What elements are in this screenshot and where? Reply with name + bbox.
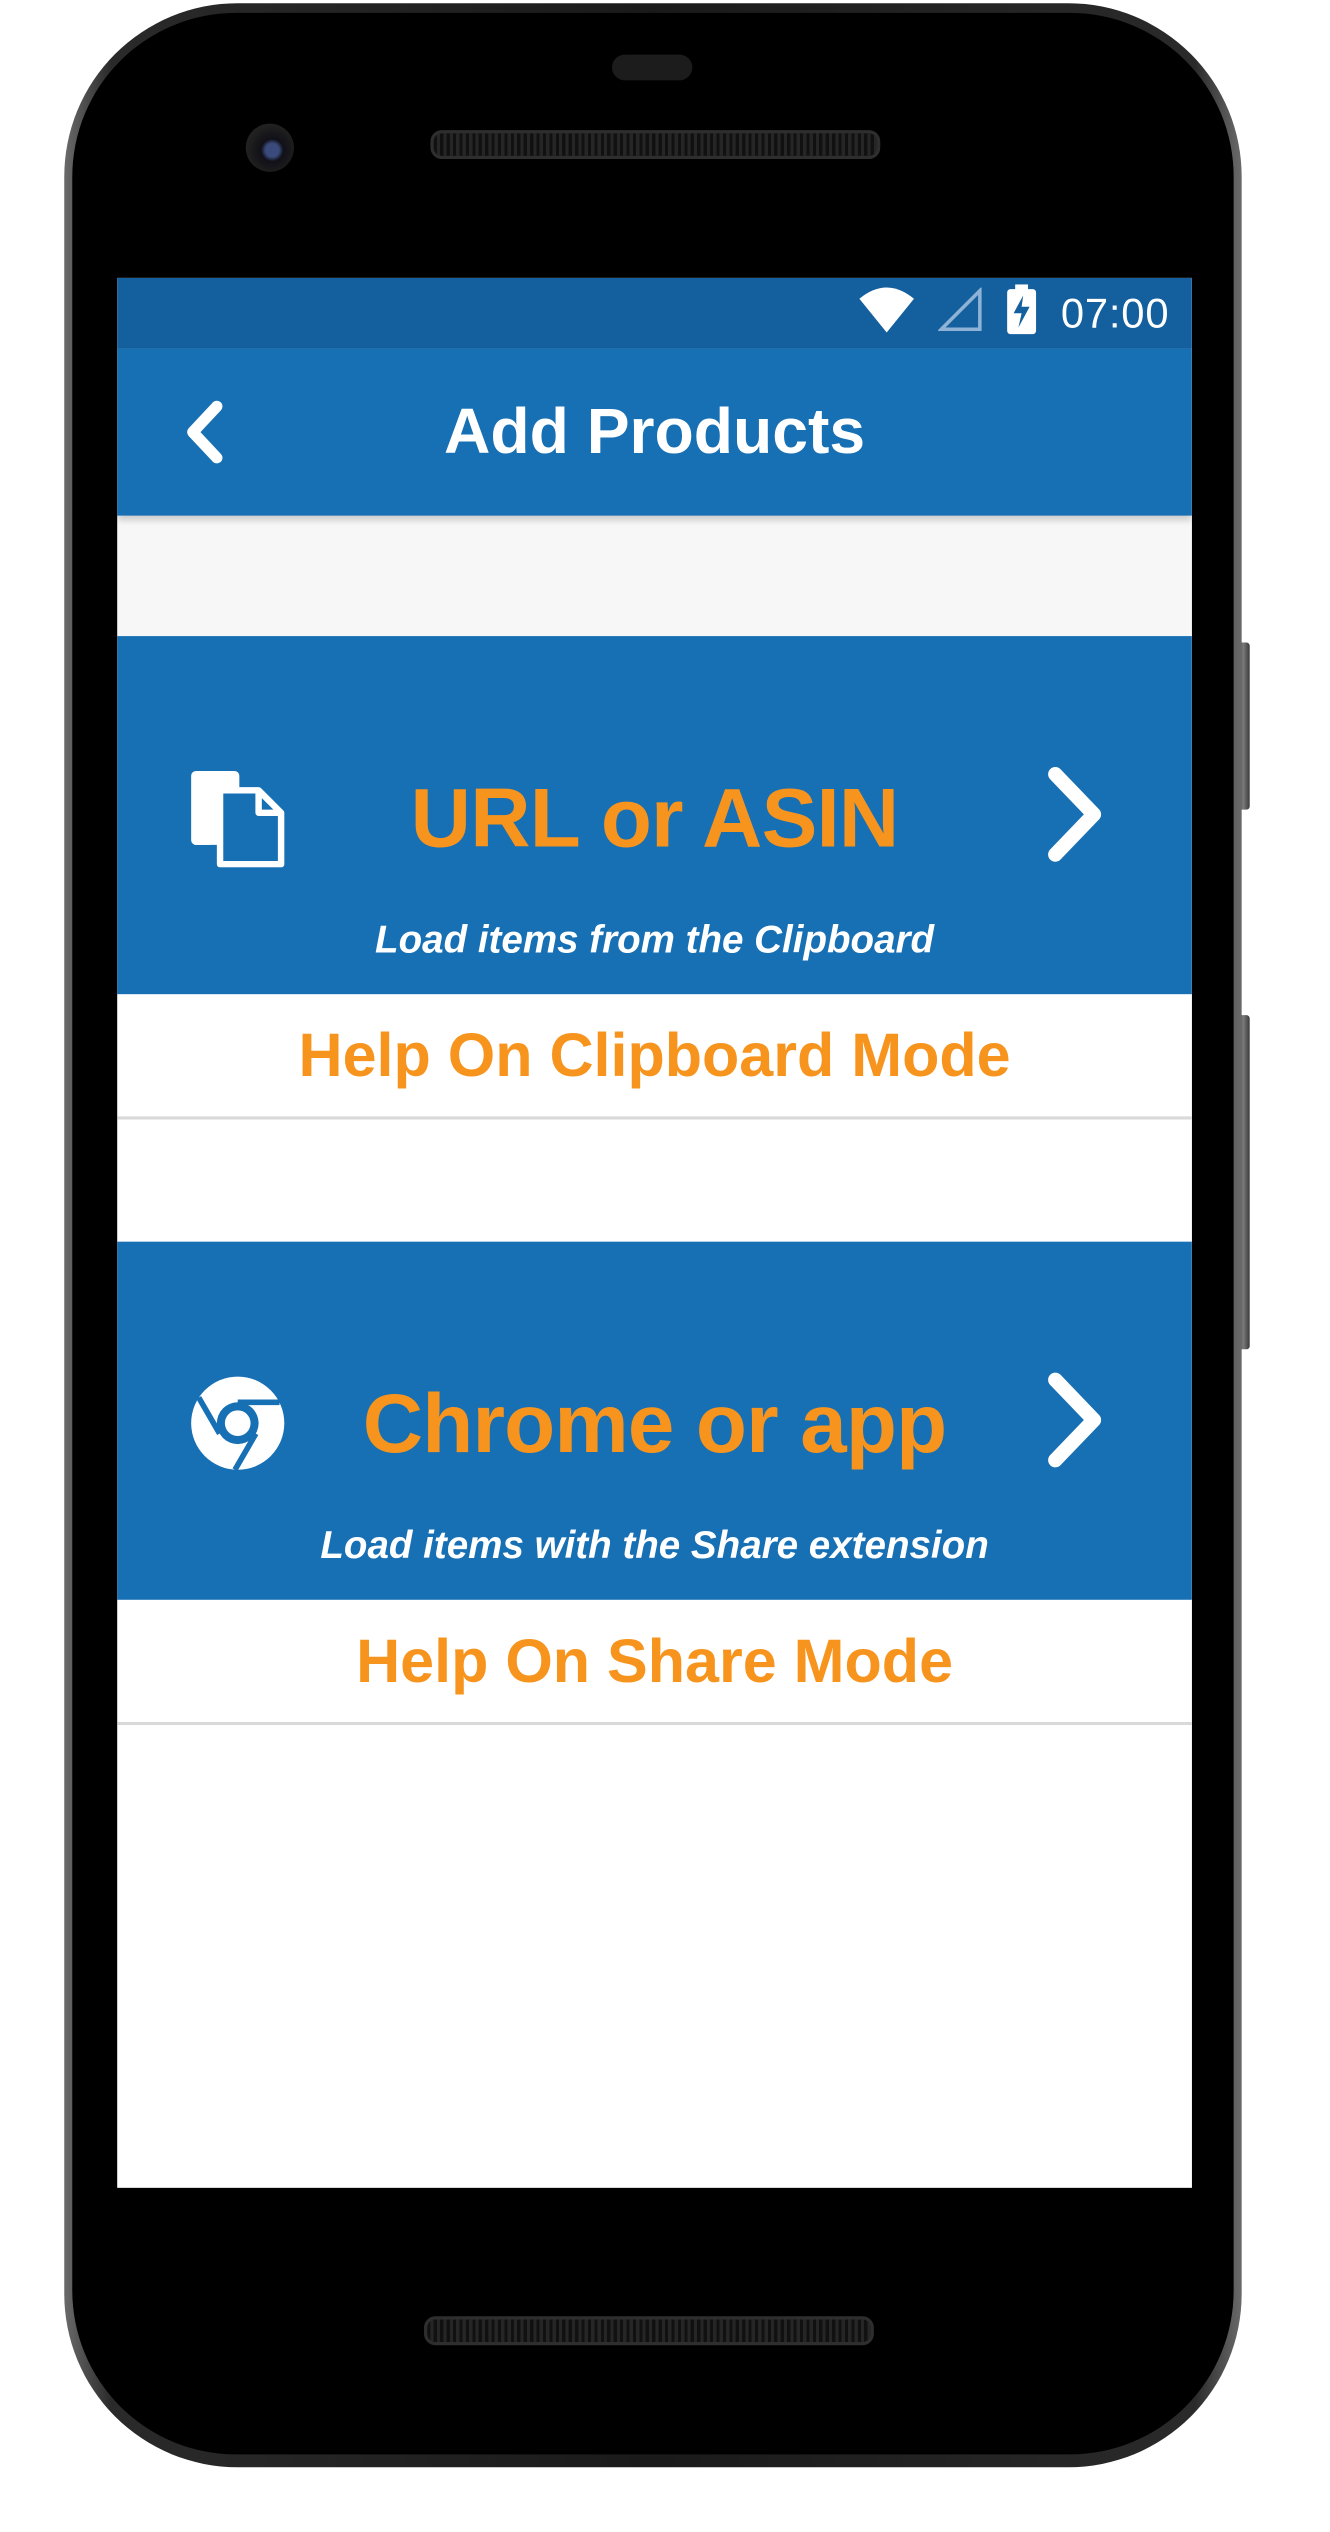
mode-subtitle: Load items with the Share extension [320, 1524, 989, 1568]
front-camera [245, 123, 294, 172]
top-speaker-grille [430, 130, 881, 160]
battery-charging-icon [1006, 283, 1038, 343]
section-spacer [117, 515, 1192, 637]
empty-content-area [117, 1725, 1192, 2188]
cell-signal-icon [937, 285, 984, 340]
chevron-right-icon [1048, 1372, 1102, 1468]
page-title: Add Products [443, 396, 866, 468]
screen: 07:00 Add Products URL or ASIN Load item… [117, 277, 1192, 2188]
help-share-mode-link[interactable]: Help On Share Mode [117, 1599, 1192, 1726]
status-bar: 07:00 [117, 277, 1192, 349]
chevron-left-icon [187, 400, 223, 464]
section-spacer [117, 1119, 1192, 1242]
bottom-speaker-grille [424, 2316, 874, 2346]
device-mockup: 07:00 Add Products URL or ASIN Load item… [0, 0, 1330, 2519]
mode-title: Chrome or app [362, 1378, 947, 1472]
wifi-icon [858, 285, 916, 341]
chevron-right-icon [1048, 767, 1102, 862]
clipboard-mode-button[interactable]: URL or ASIN Load items from the Clipboar… [117, 636, 1192, 995]
app-bar: Add Products [117, 348, 1192, 516]
earpiece [612, 54, 693, 81]
back-button[interactable] [165, 390, 242, 474]
clock: 07:00 [1060, 288, 1170, 337]
share-mode-button[interactable]: Chrome or app Load items with the Share … [117, 1241, 1192, 1600]
help-clipboard-mode-link[interactable]: Help On Clipboard Mode [117, 994, 1192, 1120]
mode-title: URL or ASIN [410, 772, 900, 866]
mode-subtitle: Load items from the Clipboard [375, 918, 935, 963]
